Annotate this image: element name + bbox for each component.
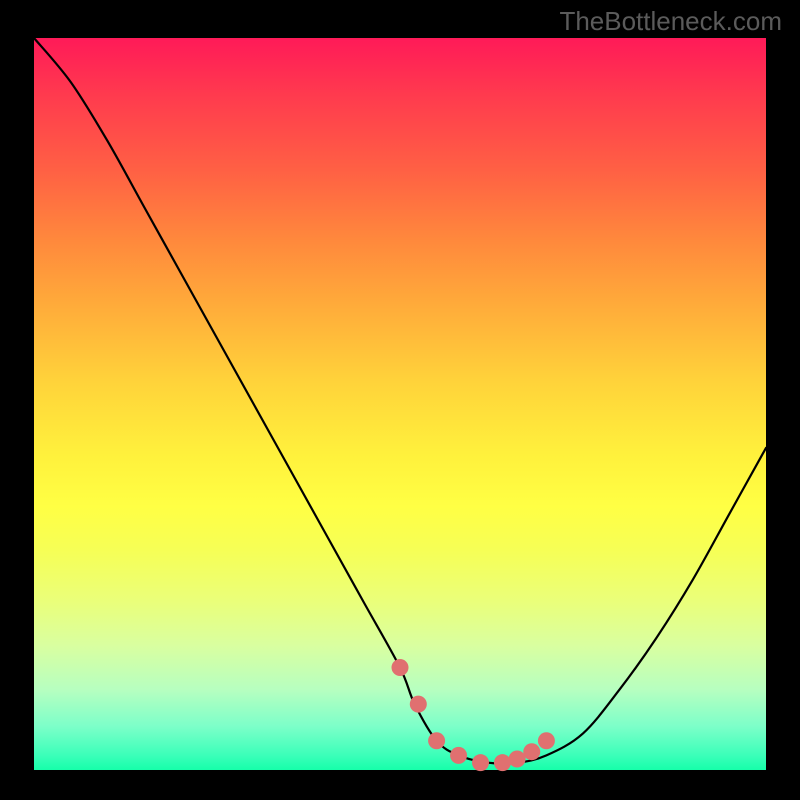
highlight-dot (538, 732, 555, 749)
plot-area (34, 38, 766, 770)
highlight-dot (410, 696, 427, 713)
highlight-dot (494, 754, 511, 771)
highlight-dot (509, 751, 526, 768)
watermark-text: TheBottleneck.com (559, 6, 782, 37)
highlight-dot (523, 743, 540, 760)
curve-svg (34, 38, 766, 770)
highlight-markers (392, 659, 555, 771)
chart-container: TheBottleneck.com (0, 0, 800, 800)
highlight-dot (392, 659, 409, 676)
main-curve-path (34, 38, 766, 764)
highlight-dot (472, 754, 489, 771)
highlight-dot (428, 732, 445, 749)
highlight-dot (450, 747, 467, 764)
